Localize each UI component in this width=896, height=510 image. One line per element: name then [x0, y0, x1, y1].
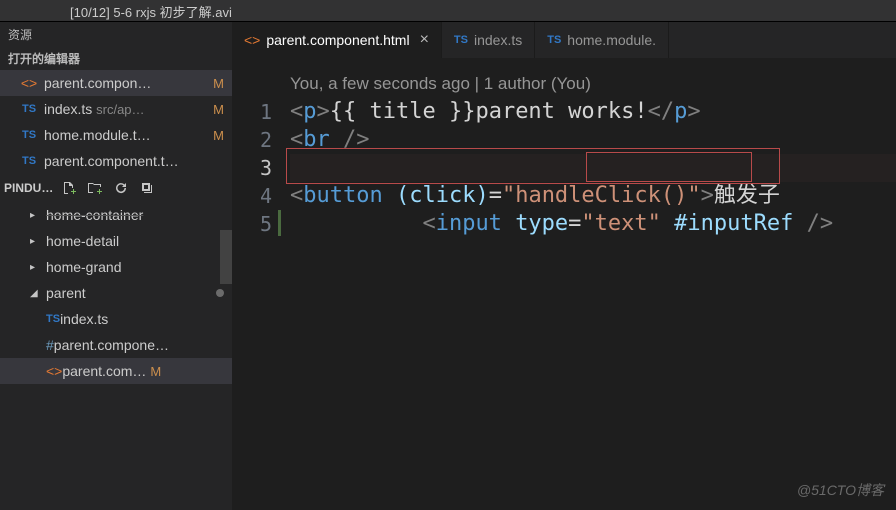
tab-home-module[interactable]: TS home.module. — [535, 22, 669, 58]
file-name: home.module.t… — [44, 127, 209, 143]
tab-parent-component-html[interactable]: <> parent.component.html × — [232, 22, 442, 58]
file-index-ts[interactable]: TS index.ts — [0, 306, 232, 332]
git-status: M — [213, 76, 224, 91]
folder-label: home-detail — [46, 233, 119, 249]
file-label: index.ts — [60, 311, 108, 327]
file-parent-component-html[interactable]: <> parent.com… M — [0, 358, 232, 384]
sidebar-scrollbar[interactable] — [220, 230, 232, 284]
file-label: parent.com… — [62, 363, 146, 379]
watermark: @51CTO博客 — [797, 480, 884, 500]
editor-tabs: <> parent.component.html × TS index.ts T… — [232, 22, 896, 58]
window-title: [10/12] 5-6 rxjs 初步了解.avi — [0, 0, 896, 22]
file-name: index.ts src/ap… — [44, 101, 209, 117]
tab-label: index.ts — [474, 32, 522, 48]
ts-file-icon: TS — [20, 103, 38, 115]
close-icon[interactable]: × — [420, 31, 429, 49]
editor-area: <> parent.component.html × TS index.ts T… — [232, 22, 896, 510]
chevron-right-icon: ▸ — [30, 262, 42, 273]
file-name: parent.compon… — [44, 75, 209, 91]
chevron-right-icon: ▸ — [30, 210, 42, 221]
tab-index-ts[interactable]: TS index.ts — [442, 22, 535, 58]
tab-label: home.module. — [567, 32, 656, 48]
folder-header[interactable]: PINDU… — [0, 174, 232, 202]
chevron-right-icon: ▸ — [30, 236, 42, 247]
git-status: M — [150, 364, 161, 379]
editor-item-home-module[interactable]: TS home.module.t… M — [0, 122, 232, 148]
collapse-all-icon[interactable] — [137, 178, 157, 198]
file-name: parent.component.t… — [44, 153, 224, 169]
html-file-icon: <> — [46, 363, 62, 379]
modified-dot-icon — [216, 289, 224, 297]
ts-file-icon: TS — [454, 34, 468, 46]
file-label: parent.compone… — [54, 337, 169, 353]
code-editor[interactable]: 1 2 3 4 5 You, a few seconds ago | 1 aut… — [232, 58, 896, 510]
highlight-box-input-ref — [586, 152, 752, 182]
git-status: M — [213, 102, 224, 117]
folder-home-detail[interactable]: ▸ home-detail — [0, 228, 232, 254]
folder-label: parent — [46, 285, 86, 301]
new-folder-icon[interactable] — [85, 178, 105, 198]
editor-item-index-ts[interactable]: TS index.ts src/ap… M — [0, 96, 232, 122]
folder-label: home-container — [46, 207, 143, 223]
current-line-indicator — [278, 210, 281, 236]
ts-file-icon: TS — [20, 129, 38, 141]
ts-file-icon: TS — [46, 313, 60, 325]
sidebar: 资源 打开的编辑器 <> parent.compon… M TS index.t… — [0, 22, 232, 510]
git-status: M — [213, 128, 224, 143]
resources-header: 资源 — [0, 22, 232, 46]
ts-file-icon: TS — [547, 34, 561, 46]
tab-label: parent.component.html — [266, 32, 409, 48]
file-parent-scss[interactable]: # parent.compone… — [0, 332, 232, 358]
refresh-icon[interactable] — [111, 178, 131, 198]
code-line-1[interactable]: <p>{{ title }}parent works!</p> — [290, 98, 896, 126]
code-content[interactable]: You, a few seconds ago | 1 author (You) … — [290, 70, 896, 510]
ts-file-icon: TS — [20, 155, 38, 167]
code-line-3[interactable]: <input type="text" #inputRef /> — [290, 154, 896, 182]
open-editors-header[interactable]: 打开的编辑器 — [0, 46, 232, 70]
chevron-down-icon: ◢ — [30, 288, 42, 299]
folder-label: home-grand — [46, 259, 122, 275]
html-file-icon: <> — [20, 75, 38, 91]
folder-parent[interactable]: ◢ parent — [0, 280, 232, 306]
editor-item-parent-component-ts[interactable]: TS parent.component.t… — [0, 148, 232, 174]
new-file-icon[interactable] — [59, 178, 79, 198]
html-file-icon: <> — [244, 32, 260, 48]
hash-file-icon: # — [46, 337, 54, 353]
git-blame-annotation: You, a few seconds ago | 1 author (You) — [290, 70, 896, 98]
folder-home-grand[interactable]: ▸ home-grand — [0, 254, 232, 280]
line-gutter: 1 2 3 4 5 — [232, 70, 290, 510]
editor-item-parent-component[interactable]: <> parent.compon… M — [0, 70, 232, 96]
folder-home-container[interactable]: ▸ home-container — [0, 202, 232, 228]
